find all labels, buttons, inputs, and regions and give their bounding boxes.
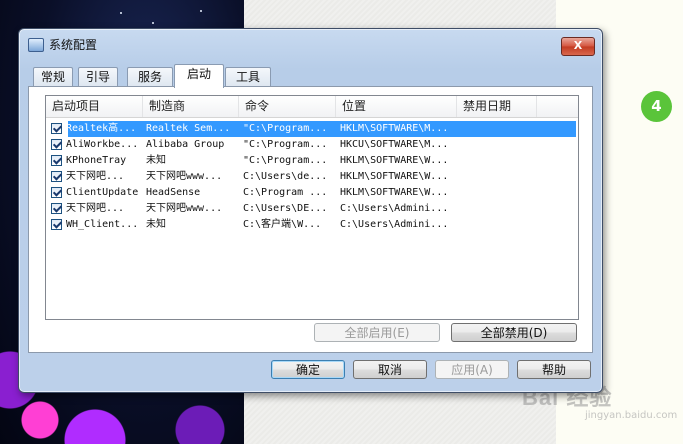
cell-location: HKCU\SOFTWARE\M... (340, 139, 449, 150)
cell-command: "C:\Program... (243, 155, 328, 166)
cell-location: C:\Users\Admini... (340, 203, 449, 214)
list-header: 启动项目 制造商 命令 位置 禁用日期 (46, 96, 578, 118)
cell-item: KPhoneTray (66, 155, 127, 166)
tab-startup[interactable]: 启动 (174, 64, 224, 88)
table-row[interactable]: KPhoneTray 未知 "C:\Program... HKLM\SOFTWA… (46, 153, 578, 169)
cell-manufacturer: 未知 (146, 155, 166, 166)
startup-checkbox[interactable] (51, 171, 62, 182)
startup-checkbox[interactable] (51, 187, 62, 198)
startup-checkbox[interactable] (51, 219, 62, 230)
tab-general[interactable]: 常规 (33, 67, 73, 87)
cell-disabled-date (460, 217, 536, 233)
table-row[interactable]: WH_Client... 未知 C:\客户端\W... C:\Users\Adm… (46, 217, 578, 233)
cell-location: HKLM\SOFTWARE\W... (340, 171, 449, 182)
tab-tools[interactable]: 工具 (225, 67, 271, 87)
app-icon (28, 38, 44, 52)
cell-disabled-date (460, 153, 536, 169)
startup-checkbox[interactable] (51, 203, 62, 214)
startup-checkbox[interactable] (51, 155, 62, 166)
cell-item: AliWorkbe... (66, 139, 139, 150)
startup-list[interactable]: 启动项目 制造商 命令 位置 禁用日期 Realtek高... Realtek … (45, 95, 579, 320)
disable-all-button[interactable]: 全部禁用(D) (451, 323, 577, 342)
system-config-dialog: 系统配置 X 常规 引导 服务 启动 工具 启动项目 制造商 命令 位置 禁用日… (18, 28, 603, 393)
cell-location: C:\Users\Admini... (340, 219, 449, 230)
tab-services[interactable]: 服务 (127, 67, 173, 87)
tab-boot[interactable]: 引导 (78, 67, 118, 87)
close-button[interactable]: X (561, 37, 595, 56)
cell-item: 天下网吧... (66, 203, 125, 214)
ok-button[interactable]: 确定 (271, 360, 345, 379)
cell-command: "C:\Program... (243, 123, 328, 134)
cell-command: C:\客户端\W... (243, 219, 322, 230)
cell-command: C:\Users\de... (243, 171, 328, 182)
startup-tab-page: 启动项目 制造商 命令 位置 禁用日期 Realtek高... Realtek … (28, 86, 593, 353)
cell-manufacturer: Alibaba Group (146, 139, 225, 150)
enable-all-button[interactable]: 全部启用(E) (314, 323, 440, 342)
table-row[interactable]: 天下网吧... 天下网吧www... C:\Users\de... HKLM\S… (46, 169, 578, 185)
cell-manufacturer: HeadSense (146, 187, 201, 198)
startup-checkbox[interactable] (51, 139, 62, 150)
window-title: 系统配置 (49, 38, 98, 52)
column-header-command[interactable]: 命令 (239, 96, 336, 117)
cell-item: Realtek高... (66, 123, 137, 134)
help-button[interactable]: 帮助 (517, 360, 591, 379)
cell-command: "C:\Program... (243, 139, 328, 150)
cell-manufacturer: 未知 (146, 219, 166, 230)
cell-disabled-date (460, 137, 536, 153)
cell-disabled-date (460, 169, 536, 185)
cell-manufacturer: Realtek Sem... (146, 123, 231, 134)
column-header-disabled-date[interactable]: 禁用日期 (457, 96, 537, 117)
cell-item: WH_Client... (66, 219, 139, 230)
cell-manufacturer: 天下网吧www... (146, 203, 223, 214)
cell-disabled-date (460, 185, 536, 201)
apply-button[interactable]: 应用(A) (435, 360, 509, 379)
column-header-manufacturer[interactable]: 制造商 (143, 96, 239, 117)
cell-location: HKLM\SOFTWARE\M... (340, 123, 449, 134)
table-row[interactable]: AliWorkbe... Alibaba Group "C:\Program..… (46, 137, 578, 153)
column-header-location[interactable]: 位置 (336, 96, 457, 117)
cell-item: 天下网吧... (66, 171, 125, 182)
cell-disabled-date (460, 121, 536, 137)
cell-command: C:\Users\DE... (243, 203, 328, 214)
table-row[interactable]: ClientUpdate HeadSense C:\Program ... HK… (46, 185, 578, 201)
column-header-item[interactable]: 启动项目 (46, 96, 143, 117)
cell-command: C:\Program ... (243, 187, 328, 198)
cell-disabled-date (460, 201, 536, 217)
cell-manufacturer: 天下网吧www... (146, 171, 223, 182)
table-row[interactable]: 天下网吧... 天下网吧www... C:\Users\DE... C:\Use… (46, 201, 578, 217)
cancel-button[interactable]: 取消 (353, 360, 427, 379)
cell-location: HKLM\SOFTWARE\W... (340, 187, 449, 198)
startup-checkbox[interactable] (51, 123, 62, 134)
cell-location: HKLM\SOFTWARE\W... (340, 155, 449, 166)
watermark-url: jingyan.baidu.com (585, 410, 678, 421)
cell-item: ClientUpdate (66, 187, 139, 198)
table-row[interactable]: Realtek高... Realtek Sem... "C:\Program..… (46, 121, 578, 137)
step-number-badge: 4 (641, 91, 672, 122)
